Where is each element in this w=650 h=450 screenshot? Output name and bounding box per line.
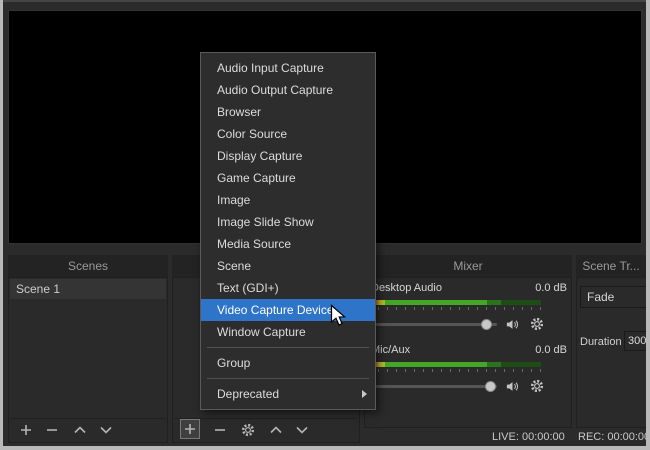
- move-scene-down-button[interactable]: [98, 422, 114, 438]
- window-border-bottom: [0, 446, 650, 450]
- move-source-up-button[interactable]: [268, 422, 284, 438]
- source-properties-button[interactable]: [240, 422, 256, 438]
- meter-scale-ticks: [369, 307, 541, 310]
- add-scene-button[interactable]: [18, 422, 34, 438]
- mute-speaker-icon[interactable]: [505, 317, 520, 337]
- menu-item-media-source[interactable]: Media Source: [201, 233, 375, 255]
- live-status: LIVE: 00:00:00: [492, 431, 565, 443]
- menu-separator: [207, 347, 369, 348]
- mute-speaker-icon[interactable]: [505, 379, 520, 399]
- menu-item-deprecated-label: Deprecated: [217, 387, 279, 401]
- transition-select[interactable]: Fade: [580, 286, 650, 308]
- menu-item-group[interactable]: Group: [201, 352, 375, 374]
- menu-item-game-capture[interactable]: Game Capture: [201, 167, 375, 189]
- volume-meter: [369, 362, 541, 367]
- menu-item-audio-input-capture[interactable]: Audio Input Capture: [201, 57, 375, 79]
- volume-meter: [369, 300, 541, 305]
- scenes-toolbar: [10, 418, 166, 441]
- scenes-dock: Scene 1: [8, 277, 168, 443]
- window-border-top: [0, 0, 650, 2]
- window-border-right: [646, 0, 650, 450]
- mixer-channel-level: 0.0 dB: [521, 344, 567, 356]
- mixer-dock-header: Mixer: [364, 255, 572, 277]
- menu-item-color-source[interactable]: Color Source: [201, 123, 375, 145]
- volume-slider[interactable]: [369, 385, 497, 388]
- menu-item-browser[interactable]: Browser: [201, 101, 375, 123]
- mixer-channel-level: 0.0 dB: [521, 282, 567, 294]
- transition-select-value: Fade: [587, 290, 614, 304]
- menu-item-deprecated[interactable]: Deprecated: [201, 383, 375, 405]
- obs-window: Scenes Sources Mixer Scene Tr... Scene 1: [0, 0, 650, 450]
- mixer-dock: Desktop Audio 0.0 dB Mic/Aux 0.0 dB: [364, 277, 572, 428]
- volume-slider-handle[interactable]: [485, 381, 496, 392]
- add-source-button[interactable]: [180, 419, 200, 439]
- window-border-left: [0, 0, 3, 450]
- scenes-dock-header: Scenes: [8, 255, 168, 277]
- menu-separator: [207, 378, 369, 379]
- transition-duration-label: Duration: [580, 336, 622, 348]
- menu-item-display-capture[interactable]: Display Capture: [201, 145, 375, 167]
- menu-item-video-capture-device[interactable]: Video Capture Device: [201, 299, 375, 321]
- channel-settings-gear-icon[interactable]: [529, 378, 545, 399]
- menu-item-text-gdi[interactable]: Text (GDI+): [201, 277, 375, 299]
- menu-item-audio-output-capture[interactable]: Audio Output Capture: [201, 79, 375, 101]
- add-source-menu: Audio Input Capture Audio Output Capture…: [200, 52, 376, 410]
- mixer-channel-name: Mic/Aux: [371, 344, 410, 356]
- sources-toolbar: [174, 418, 358, 441]
- menu-item-scene[interactable]: Scene: [201, 255, 375, 277]
- remove-scene-button[interactable]: [44, 422, 60, 438]
- menu-item-image[interactable]: Image: [201, 189, 375, 211]
- transitions-dock-header: Scene Tr...: [576, 255, 646, 277]
- mixer-channel-name: Desktop Audio: [371, 282, 442, 294]
- meter-scale-ticks: [369, 369, 541, 372]
- channel-settings-gear-icon[interactable]: [529, 316, 545, 337]
- rec-status: REC: 00:00:00: [578, 431, 650, 443]
- menu-item-window-capture[interactable]: Window Capture: [201, 321, 375, 343]
- submenu-arrow-icon: [362, 390, 367, 398]
- volume-slider[interactable]: [369, 323, 497, 326]
- scene-list-item[interactable]: Scene 1: [10, 279, 166, 299]
- remove-source-button[interactable]: [212, 422, 228, 438]
- volume-slider-handle[interactable]: [481, 319, 492, 330]
- menu-item-image-slide-show[interactable]: Image Slide Show: [201, 211, 375, 233]
- move-source-down-button[interactable]: [294, 422, 310, 438]
- move-scene-up-button[interactable]: [72, 422, 88, 438]
